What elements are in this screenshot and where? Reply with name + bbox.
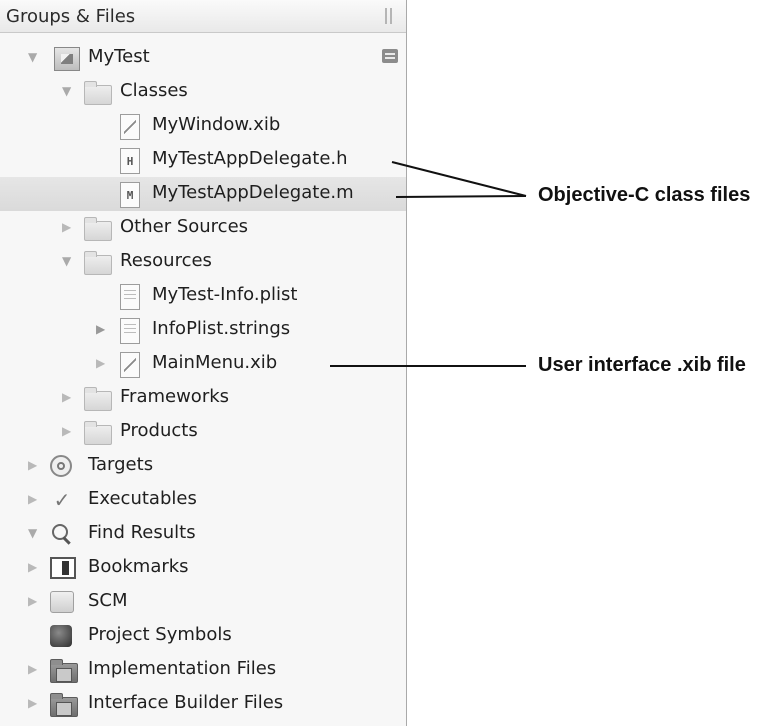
- disclosure-triangle-closed-icon[interactable]: ▶: [62, 221, 72, 233]
- symbols-cube-icon: [50, 625, 72, 647]
- tree-item-label: MyTest: [88, 46, 150, 67]
- disclosure-triangle-closed-icon[interactable]: ▶: [96, 357, 106, 369]
- tree-item-label: Implementation Files: [88, 658, 277, 679]
- tree-item-frameworks[interactable]: ▶ Frameworks: [0, 381, 406, 415]
- tree-item-label: MyTest-Info.plist: [152, 284, 298, 305]
- smart-folder-icon: [50, 659, 78, 683]
- split-handle-icon[interactable]: [384, 8, 394, 24]
- project-icon: [54, 47, 80, 71]
- plist-file-icon: [120, 284, 140, 310]
- leader-line-implementation: [395, 195, 527, 198]
- panel-title: Groups & Files: [6, 6, 136, 27]
- groups-and-files-panel: Groups & Files ▼ MyTest ▼ Classes MyWind…: [0, 0, 407, 726]
- scm-icon: [50, 591, 74, 613]
- tree-item-other-sources[interactable]: ▶ Other Sources: [0, 211, 406, 245]
- folder-icon: [84, 387, 112, 411]
- leader-line-header: [391, 161, 527, 197]
- implementation-file-icon: M: [120, 182, 140, 208]
- magnifier-icon: [50, 523, 74, 545]
- tree-item-project-symbols[interactable]: Project Symbols: [0, 619, 406, 653]
- disclosure-triangle-open-icon[interactable]: ▼: [28, 51, 38, 63]
- tree-item-mywindow-xib[interactable]: MyWindow.xib: [0, 109, 406, 143]
- tree-item-interface-builder-files[interactable]: ▶ Interface Builder Files: [0, 687, 406, 721]
- smart-folder-icon: [50, 693, 78, 717]
- folder-icon: [84, 81, 112, 105]
- tree-item-label: Project Symbols: [88, 624, 232, 645]
- disclosure-triangle-open-icon[interactable]: ▼: [62, 255, 72, 267]
- tree-item-label: MyWindow.xib: [152, 114, 281, 135]
- disclosure-triangle-closed-icon[interactable]: ▶: [28, 493, 38, 505]
- tree-item-label: SCM: [88, 590, 128, 611]
- tree-item-label: MyTestAppDelegate.m: [152, 182, 354, 203]
- tree-item-executables[interactable]: ▶ ✓ Executables: [0, 483, 406, 517]
- panel-header: Groups & Files: [0, 0, 406, 33]
- disclosure-triangle-closed-icon[interactable]: ▶: [62, 425, 72, 437]
- tree-item-label: InfoPlist.strings: [152, 318, 291, 339]
- tree-item-implementation-files[interactable]: ▶ Implementation Files: [0, 653, 406, 687]
- disclosure-triangle-closed-icon[interactable]: ▶: [62, 391, 72, 403]
- disclosure-triangle-closed-icon[interactable]: ▶: [28, 459, 38, 471]
- tree-item-label: Bookmarks: [88, 556, 189, 577]
- disclosure-triangle-closed-icon[interactable]: ▶: [28, 561, 38, 573]
- disclosure-triangle-closed-icon[interactable]: ▶: [96, 323, 106, 335]
- tree-item-label: Interface Builder Files: [88, 692, 284, 713]
- executable-check-icon: ✓: [53, 488, 71, 512]
- bookmarks-icon: [50, 557, 76, 579]
- tree-item-label: Executables: [88, 488, 197, 509]
- tree-item-products[interactable]: ▶ Products: [0, 415, 406, 449]
- folder-icon: [84, 421, 112, 445]
- project-info-badge-icon[interactable]: [382, 49, 398, 63]
- tree-item-label: Targets: [88, 454, 154, 475]
- tree-item-mytestappdelegate-m[interactable]: M MyTestAppDelegate.m: [0, 177, 406, 211]
- tree-item-label: Frameworks: [120, 386, 230, 407]
- tree-item-mytestappdelegate-h[interactable]: H MyTestAppDelegate.h: [0, 143, 406, 177]
- tree-item-scm[interactable]: ▶ SCM: [0, 585, 406, 619]
- folder-icon: [84, 217, 112, 241]
- tree-item-resources[interactable]: ▼ Resources: [0, 245, 406, 279]
- tree-item-label: Other Sources: [120, 216, 249, 237]
- target-icon: [50, 455, 72, 477]
- tree-item-label: Find Results: [88, 522, 196, 543]
- strings-file-icon: [120, 318, 140, 344]
- tree-item-label: Resources: [120, 250, 212, 271]
- header-file-icon: H: [120, 148, 140, 174]
- callout-objective-c-class-files: Objective-C class files: [538, 184, 751, 206]
- disclosure-triangle-closed-icon[interactable]: ▶: [28, 595, 38, 607]
- callout-user-interface-xib-file: User interface .xib file: [538, 354, 746, 376]
- disclosure-triangle-open-icon[interactable]: ▼: [28, 527, 38, 539]
- tree-item-mainmenu-xib[interactable]: ▶ MainMenu.xib: [0, 347, 406, 381]
- tree-item-label: MyTestAppDelegate.h: [152, 148, 348, 169]
- disclosure-triangle-closed-icon[interactable]: ▶: [28, 697, 38, 709]
- xib-file-icon: [120, 114, 140, 140]
- tree-item-label: MainMenu.xib: [152, 352, 278, 373]
- folder-icon: [84, 251, 112, 275]
- disclosure-triangle-closed-icon[interactable]: ▶: [28, 663, 38, 675]
- tree-item-targets[interactable]: ▶ Targets: [0, 449, 406, 483]
- disclosure-triangle-open-icon[interactable]: ▼: [62, 85, 72, 97]
- tree-item-label: Classes: [120, 80, 188, 101]
- tree-item-mytest[interactable]: ▼ MyTest: [0, 41, 406, 75]
- tree-item-label: Products: [120, 420, 198, 441]
- tree-item-find-results[interactable]: ▼ Find Results: [0, 517, 406, 551]
- tree-item-mytest-info-plist[interactable]: MyTest-Info.plist: [0, 279, 406, 313]
- tree-item-infoplist-strings[interactable]: ▶ InfoPlist.strings: [0, 313, 406, 347]
- xib-file-icon: [120, 352, 140, 378]
- tree-item-classes[interactable]: ▼ Classes: [0, 75, 406, 109]
- tree-item-bookmarks[interactable]: ▶ Bookmarks: [0, 551, 406, 585]
